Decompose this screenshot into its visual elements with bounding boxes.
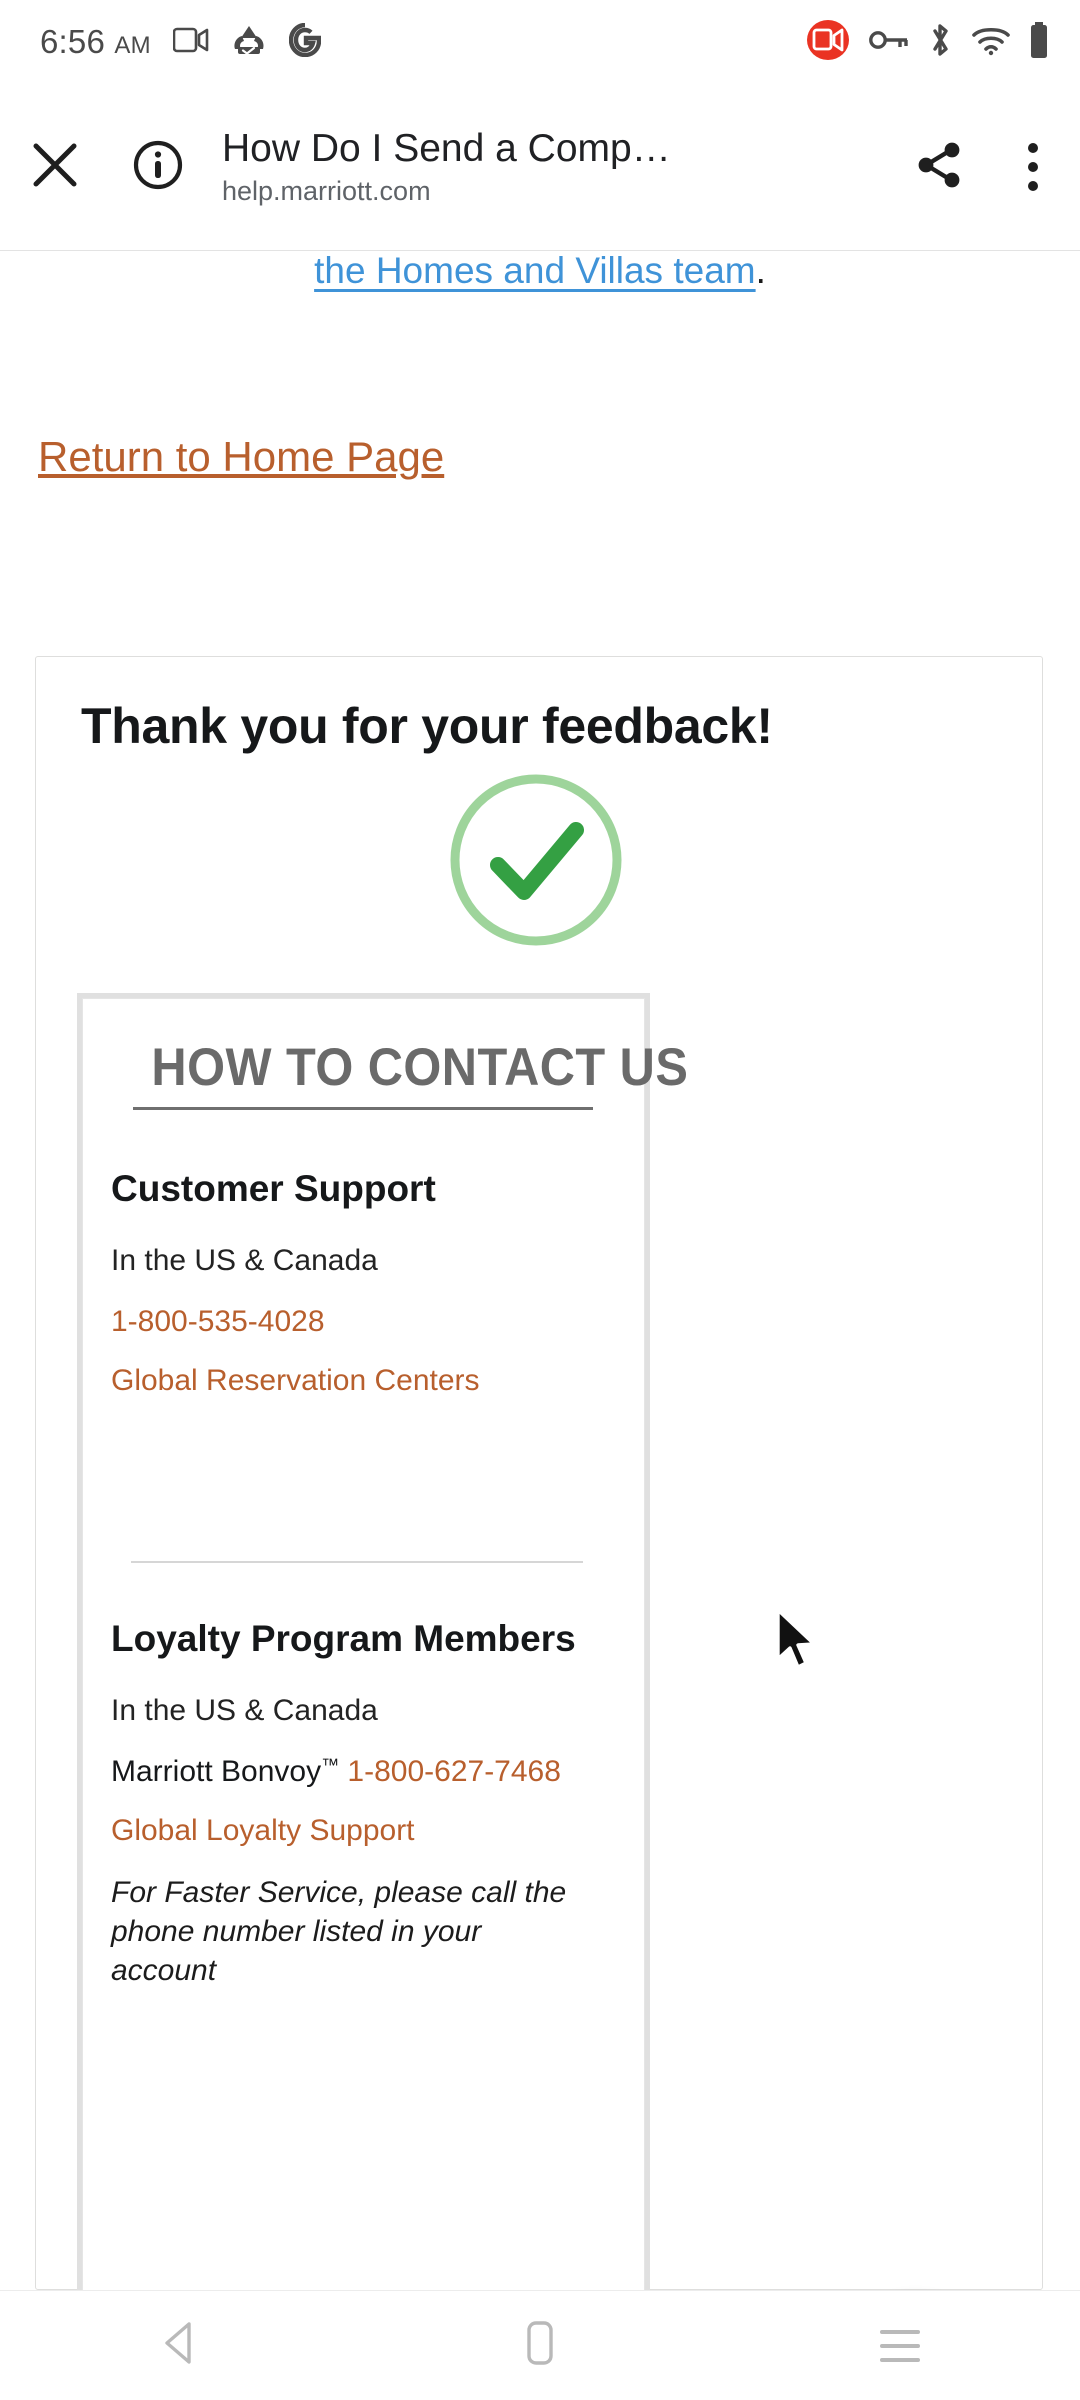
back-icon bbox=[158, 2319, 202, 2372]
loyalty-title: Loyalty Program Members bbox=[111, 1618, 576, 1659]
status-bar-right bbox=[804, 18, 1050, 67]
trademark-symbol: ™ bbox=[321, 1754, 340, 1775]
customer-support-title: Customer Support bbox=[111, 1168, 436, 1209]
share-button[interactable] bbox=[892, 84, 986, 251]
contact-heading-wrap: HOW TO CONTACT US bbox=[133, 1038, 689, 1110]
home-icon bbox=[522, 2319, 558, 2372]
status-clock-ampm: AM bbox=[114, 32, 151, 59]
page-info-button[interactable] bbox=[110, 84, 206, 251]
trailing-paragraph-line: the Homes and Villas team. bbox=[314, 252, 766, 289]
status-bar: 6:56 AM bbox=[0, 0, 1080, 84]
nav-back-button[interactable] bbox=[90, 2291, 270, 2400]
web-content: the Homes and Villas team. Return to Hom… bbox=[0, 252, 1080, 2290]
check-circle-icon bbox=[448, 772, 624, 948]
contact-card-inner: HOW TO CONTACT US Customer Support In th… bbox=[83, 999, 689, 2290]
faster-service-note: For Faster Service, please call the phon… bbox=[111, 1875, 567, 1987]
loyalty-phone[interactable]: 1-800-627-7468 bbox=[347, 1755, 561, 1788]
page-title-block[interactable]: How Do I Send a Comp… help.marriott.com bbox=[206, 127, 892, 207]
thank-you-heading: Thank you for your feedback! bbox=[81, 698, 773, 754]
trailing-period: . bbox=[755, 252, 766, 291]
how-to-contact-us-card: HOW TO CONTACT US Customer Support In th… bbox=[82, 998, 689, 2290]
screen-recording-badge-icon bbox=[804, 18, 852, 67]
share-icon bbox=[913, 139, 965, 196]
browser-toolbar: How Do I Send a Comp… help.marriott.com bbox=[0, 84, 1080, 251]
feedback-card: Thank you for your feedback! HOW TO CONT… bbox=[35, 656, 1043, 2290]
more-options-icon bbox=[1028, 143, 1038, 191]
battery-icon bbox=[1028, 21, 1050, 64]
global-reservation-centers-link[interactable]: Global Reservation Centers bbox=[111, 1364, 611, 1397]
homes-and-villas-team-link[interactable]: the Homes and Villas team bbox=[314, 252, 756, 291]
return-to-home-page-link[interactable]: Return to Home Page bbox=[38, 433, 444, 480]
status-clock: 6:56 AM bbox=[40, 23, 151, 61]
close-button[interactable] bbox=[0, 84, 110, 251]
info-icon bbox=[132, 139, 184, 196]
loyalty-brand: Marriott Bonvoy bbox=[111, 1754, 322, 1788]
trailing-paragraph: the Homes and Villas team. bbox=[0, 252, 1080, 324]
phone-screen: 6:56 AM How Do I Send a Comp… help.marri… bbox=[0, 0, 1080, 2400]
loyalty-brand-phone-line: Marriott Bonvoy™ 1-800-627-7468 bbox=[111, 1755, 611, 1788]
nav-home-button[interactable] bbox=[450, 2291, 630, 2400]
more-options-button[interactable] bbox=[986, 84, 1080, 251]
contact-section-loyalty: Loyalty Program Members In the US & Cana… bbox=[111, 1618, 611, 1990]
contact-heading-rule bbox=[133, 1107, 593, 1110]
close-icon bbox=[30, 140, 80, 195]
global-loyalty-support-link[interactable]: Global Loyalty Support bbox=[111, 1814, 611, 1847]
vpn-key-icon bbox=[869, 27, 909, 58]
nav-recents-button[interactable] bbox=[810, 2291, 990, 2400]
status-bar-left: 6:56 AM bbox=[40, 22, 322, 62]
page-origin: help.marriott.com bbox=[222, 175, 431, 206]
recycle-check-icon bbox=[231, 23, 267, 62]
video-camera-icon bbox=[172, 26, 209, 59]
google-g-icon bbox=[288, 22, 322, 62]
contact-section-customer-support: Customer Support In the US & Canada 1-80… bbox=[111, 1168, 611, 1397]
contact-heading: HOW TO CONTACT US bbox=[151, 1038, 689, 1097]
customer-support-phone[interactable]: 1-800-535-4028 bbox=[111, 1305, 611, 1338]
loyalty-region: In the US & Canada bbox=[111, 1693, 378, 1727]
status-clock-time: 6:56 bbox=[40, 23, 106, 60]
page-title: How Do I Send a Comp… bbox=[222, 127, 671, 171]
contact-section-divider bbox=[131, 1561, 583, 1563]
wifi-icon bbox=[971, 24, 1011, 61]
customer-support-region: In the US & Canada bbox=[111, 1243, 378, 1277]
system-navigation-bar bbox=[0, 2290, 1080, 2400]
recent-apps-icon bbox=[880, 2329, 920, 2362]
bluetooth-icon bbox=[926, 21, 954, 64]
